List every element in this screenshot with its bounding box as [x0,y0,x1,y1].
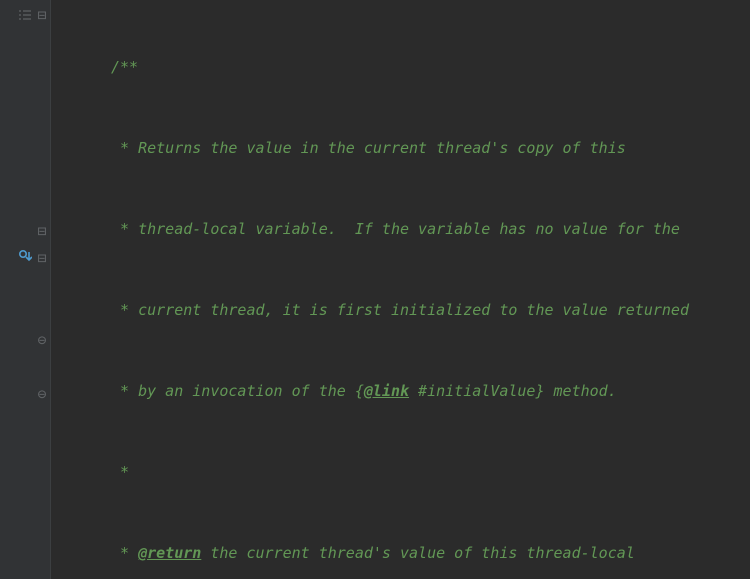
javadoc-line: * thread-local variable. If the variable… [55,216,680,243]
fold-handle-icon[interactable]: ⊟ [36,222,48,240]
javadoc-line: * @return the current thread's value of … [55,540,635,567]
editor-gutter: ⊟ ⊟ ⊟ ⊖ ⊖ [0,0,51,579]
javadoc-line: * current thread, it is first initialize… [55,297,689,324]
code-area[interactable]: /** * Returns the value in the current t… [51,0,750,579]
javadoc-return-tag: @return [138,544,201,562]
fold-handle-icon[interactable]: ⊟ [36,249,48,267]
fold-handle-icon[interactable]: ⊖ [36,385,48,403]
javadoc-line: /** [55,54,138,81]
javadoc-line: * [55,459,129,486]
javadoc-line: * Returns the value in the current threa… [55,135,626,162]
fold-handle-icon[interactable]: ⊟ [36,6,48,24]
javadoc-link-tag: @link [364,382,409,400]
fold-handle-icon[interactable]: ⊖ [36,331,48,349]
javadoc-line: * by an invocation of the {@link #initia… [55,378,617,405]
code-editor[interactable]: ⊟ ⊟ ⊟ ⊖ ⊖ /** * Returns the value in the… [0,0,750,579]
